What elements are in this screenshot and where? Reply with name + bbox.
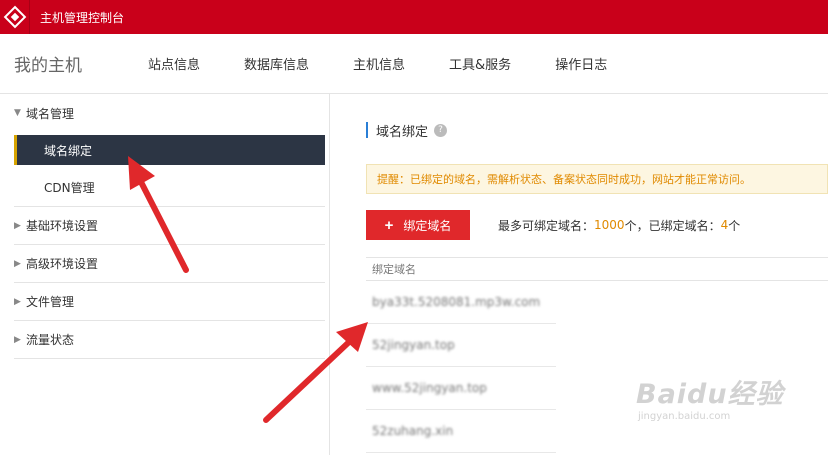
bind-domain-button[interactable]: + 绑定域名 bbox=[366, 210, 470, 240]
sidebar-group-domain: ▼ 域名管理 域名绑定 CDN管理 bbox=[14, 94, 325, 207]
caret-right-icon: ▶ bbox=[14, 296, 21, 307]
table-row[interactable]: bya33t.5208081.mp3w.com bbox=[366, 281, 556, 324]
main-nav: 我的主机 站点信息 数据库信息 主机信息 工具&服务 操作日志 bbox=[0, 34, 828, 94]
caret-right-icon: ▶ bbox=[14, 334, 21, 345]
notice-banner: 提醒：已绑定的域名，需解析状态、备案状态同时成功，网站才能正常访问。 bbox=[366, 164, 828, 194]
sidebar-item-file-management[interactable]: ▶ 文件管理 bbox=[14, 283, 325, 321]
sidebar-item-cdn[interactable]: CDN管理 bbox=[14, 169, 325, 207]
baidu-watermark: Baidu经验 jingyan.baidu.com bbox=[636, 379, 784, 422]
quota-max: 1000 bbox=[594, 218, 625, 232]
sidebar-item-basic-env[interactable]: ▶ 基础环境设置 bbox=[14, 207, 325, 245]
my-host-title[interactable]: 我的主机 bbox=[14, 51, 148, 76]
sidebar: ▼ 域名管理 域名绑定 CDN管理 ▶ 基础环境设置 ▶ 高级环境设置 ▶ 文件… bbox=[0, 94, 330, 455]
tab-site-info[interactable]: 站点信息 bbox=[148, 54, 200, 73]
domain-table: 绑定域名 bya33t.5208081.mp3w.com 52jingyan.t… bbox=[366, 257, 828, 453]
help-icon[interactable]: ? bbox=[434, 123, 448, 137]
tab-operation-log[interactable]: 操作日志 bbox=[555, 54, 607, 73]
section-title: 域名绑定 ? bbox=[366, 122, 448, 140]
caret-right-icon: ▶ bbox=[14, 258, 21, 269]
plus-icon: + bbox=[384, 216, 394, 234]
sidebar-item-traffic-status[interactable]: ▶ 流量状态 bbox=[14, 321, 325, 359]
table-row[interactable]: 52jingyan.top bbox=[366, 324, 556, 367]
tab-tools-services[interactable]: 工具&服务 bbox=[449, 54, 511, 73]
logo-icon[interactable] bbox=[0, 0, 30, 34]
caret-right-icon: ▶ bbox=[14, 220, 21, 231]
table-row[interactable]: www.52jingyan.top bbox=[366, 367, 556, 410]
sidebar-item-advanced-env[interactable]: ▶ 高级环境设置 bbox=[14, 245, 325, 283]
sidebar-item-domain-binding[interactable]: 域名绑定 bbox=[14, 135, 325, 165]
table-row[interactable]: 52zuhang.xin bbox=[366, 410, 556, 453]
quota-bound: 4 bbox=[720, 218, 729, 232]
table-header: 绑定域名 bbox=[366, 257, 828, 281]
caret-down-icon: ▼ bbox=[14, 108, 21, 118]
console-title: 主机管理控制台 bbox=[40, 10, 125, 25]
sidebar-item-domain-management[interactable]: ▼ 域名管理 bbox=[14, 94, 325, 132]
tab-host-info[interactable]: 主机信息 bbox=[353, 54, 405, 73]
domain-quota: 最多可绑定域名： 1000 个，已绑定域名： 4 个 bbox=[498, 218, 741, 233]
top-bar: 主机管理控制台 bbox=[0, 0, 828, 34]
tab-database-info[interactable]: 数据库信息 bbox=[244, 54, 309, 73]
